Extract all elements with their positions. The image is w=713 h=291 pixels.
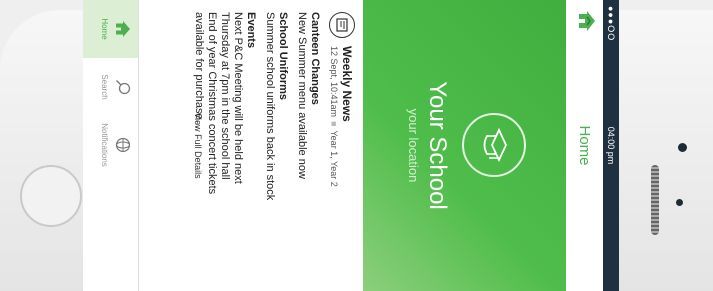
view-full-details-link[interactable]: View Full Details xyxy=(183,0,203,291)
front-camera xyxy=(678,143,687,152)
school-location: your location xyxy=(406,108,421,183)
tab-bar: Home Search Notifications xyxy=(83,0,139,291)
news-item-body: New Summer menu available now xyxy=(296,12,308,179)
top-bar: Home xyxy=(566,0,603,291)
tab-label: Search xyxy=(100,74,109,100)
news-date: 12 Sept, 10:41am xyxy=(329,46,340,118)
news-years: Year 1, Year 2 xyxy=(329,130,340,187)
tab-notifications[interactable]: Notifications xyxy=(83,116,138,174)
school-home-icon[interactable] xyxy=(573,10,596,36)
newspaper-icon xyxy=(329,12,355,38)
news-item-heading: School Uniforms xyxy=(277,12,289,101)
proximity-sensor xyxy=(676,199,683,206)
page-title: Home xyxy=(576,125,593,166)
globe-icon xyxy=(109,116,131,174)
news-item-heading: Events xyxy=(245,12,257,49)
phone-home-button[interactable] xyxy=(20,165,82,227)
home-icon xyxy=(109,0,131,58)
app-screen: ●●●OO 04:00 pm Home Your School your loc… xyxy=(83,0,619,291)
graduation-cap-icon xyxy=(462,113,526,177)
school-name: Your School xyxy=(424,81,451,210)
news-item: School Uniforms Summer school uniforms b… xyxy=(263,12,289,281)
news-title: Weekly News xyxy=(340,46,355,122)
news-item-line: Thursday at 7pm in the school hall xyxy=(219,12,231,180)
tab-label: Notifications xyxy=(100,123,109,167)
school-hero: Your School your location xyxy=(363,0,566,291)
earpiece-speaker xyxy=(651,165,659,235)
news-header: Weekly News 12 Sept, 10:41am■Year 1, Yea… xyxy=(329,12,355,281)
news-item: Canteen Changes New Summer menu availabl… xyxy=(295,12,321,281)
news-card[interactable]: Weekly News 12 Sept, 10:41am■Year 1, Yea… xyxy=(192,0,363,291)
search-icon xyxy=(109,58,131,116)
news-item-body: Summer school uniforms back in stock xyxy=(264,12,276,201)
news-item-heading: Canteen Changes xyxy=(309,12,321,105)
news-item-line: Next P&C Meeting will be held next xyxy=(232,12,244,184)
tab-home[interactable]: Home xyxy=(83,0,138,58)
status-time: 04:00 pm xyxy=(606,126,616,165)
tab-search[interactable]: Search xyxy=(83,58,138,116)
news-item-line: End of year Christmas concert tickets xyxy=(206,12,218,195)
news-meta: 12 Sept, 10:41am■Year 1, Year 2 xyxy=(329,46,340,187)
tab-label: Home xyxy=(100,18,109,40)
carrier-signal: ●●●OO xyxy=(606,6,616,42)
status-bar: ●●●OO 04:00 pm xyxy=(603,0,619,291)
